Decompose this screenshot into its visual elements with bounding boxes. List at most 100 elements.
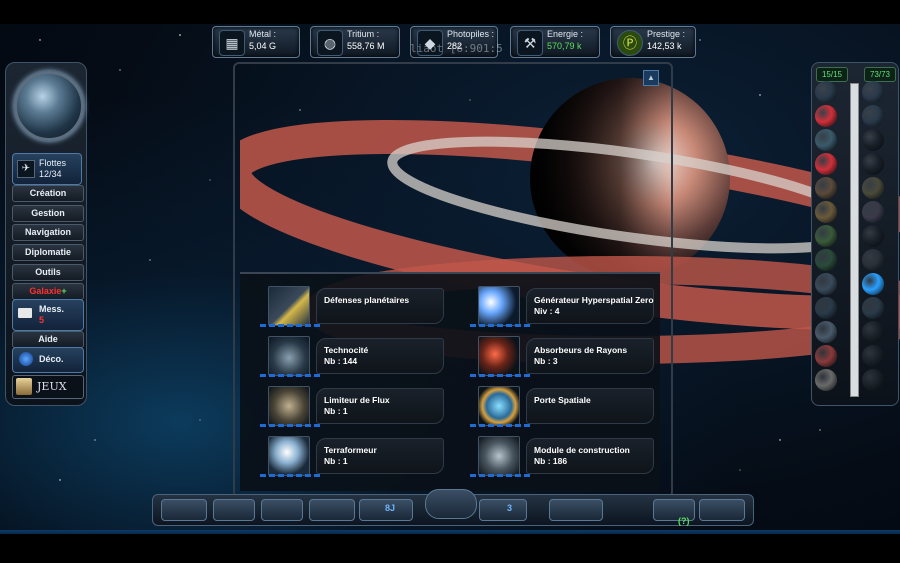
moon-icon[interactable]	[862, 345, 884, 367]
building-name: Module de construction	[534, 445, 630, 455]
moon-icon[interactable]	[862, 225, 884, 247]
building-name: Terraformeur	[324, 445, 377, 455]
pod-icon[interactable]	[479, 499, 527, 521]
resource-1[interactable]: ▦ Métal : 5,04 G	[212, 26, 300, 58]
building-count: Nb : 1	[324, 456, 348, 466]
bottom-toolbar: 8J 3	[152, 489, 754, 526]
galaxie-plus-icon: +	[61, 286, 67, 296]
moon-icon[interactable]	[862, 81, 884, 103]
building-item[interactable]: Terraformeur Nb : 1	[252, 432, 448, 477]
resource-label: Métal :	[249, 29, 277, 39]
menu-gestion[interactable]: Gestion	[12, 205, 84, 222]
planet-list-panel: 15/15 73/73	[811, 62, 899, 406]
building-item[interactable]: Porte Spatiale	[462, 382, 658, 427]
planet-icon[interactable]	[815, 369, 837, 391]
building-count: Niv : 4	[534, 306, 560, 316]
resource-2[interactable]: ◍ Tritium : 558,76 M	[310, 26, 400, 58]
galaxie-label: Galaxie	[29, 286, 62, 296]
resource-value: 570,79 k	[547, 41, 582, 51]
menu-galaxie[interactable]: Galaxie+	[12, 283, 84, 300]
moon-icon[interactable]	[862, 321, 884, 343]
moon-icon[interactable]	[862, 369, 884, 391]
item-underline	[260, 324, 320, 327]
item-underline	[470, 474, 530, 477]
planet-icon[interactable]	[815, 81, 837, 103]
planet-globe-icon[interactable]	[14, 71, 84, 141]
building-item[interactable]: Technocité Nb : 144	[252, 332, 448, 377]
planet-list-scrollbar[interactable]	[850, 83, 859, 397]
resource-value: 142,53 k	[647, 41, 682, 51]
menu-diplomatie[interactable]: Diplomatie	[12, 244, 84, 261]
building-thumbnail[interactable]	[268, 436, 310, 476]
messages-label: Mess.	[39, 304, 65, 314]
menu-navigation[interactable]: Navigation	[12, 224, 84, 241]
menu-outils[interactable]: Outils	[12, 264, 84, 281]
building-count: Nb : 144	[324, 356, 358, 366]
planet-icon[interactable]	[815, 273, 837, 295]
building-thumbnail[interactable]	[268, 286, 310, 326]
planet-icon[interactable]	[815, 201, 837, 223]
left-menu-panel: ✈ Flottes 12/34 Création Gestion Navigat…	[5, 62, 87, 406]
planet-icon[interactable]	[815, 321, 837, 343]
menu-creation[interactable]: Création	[12, 185, 84, 202]
building-item[interactable]: Générateur Hyperspatial Zero Niv : 4	[462, 282, 658, 327]
transfer-icon[interactable]	[549, 499, 603, 521]
fleet-hub-icon[interactable]	[425, 489, 477, 519]
moon-icon[interactable]	[862, 105, 884, 127]
building-item[interactable]: Limiteur de Flux Nb : 1	[252, 382, 448, 427]
planet-icon[interactable]	[815, 129, 837, 151]
games-label: JEUX	[37, 380, 67, 393]
building-label-box	[316, 288, 444, 324]
moon-icon[interactable]	[862, 249, 884, 271]
logout-button[interactable]: Déco.	[12, 347, 84, 373]
planets-tab[interactable]: 15/15	[816, 67, 848, 82]
planet-icon[interactable]	[815, 297, 837, 319]
moon-icon[interactable]	[862, 297, 884, 319]
resource-4[interactable]: ⚒ Energie : 570,79 k	[510, 26, 600, 58]
moons-tab[interactable]: 73/73	[864, 67, 896, 82]
city-icon[interactable]	[161, 499, 207, 521]
planet-icon[interactable]	[815, 105, 837, 127]
letterbox-top	[0, 0, 900, 24]
planet-icon[interactable]	[815, 249, 837, 271]
recycle-icon[interactable]	[213, 499, 255, 521]
planet-icon[interactable]	[815, 153, 837, 175]
games-button[interactable]: JEUX	[12, 375, 84, 399]
fleets-label: Flottes	[39, 158, 67, 168]
starship-icon[interactable]	[699, 499, 745, 521]
game-screen: ▦ Métal :5,04 G ◍ Tritium :558,76 M ◆ Photopi…	[0, 0, 900, 563]
building-item[interactable]: Module de construction Nb : 186	[462, 432, 658, 477]
building-thumbnail[interactable]	[268, 336, 310, 376]
pod-count: 3	[507, 503, 513, 513]
building-item[interactable]: Défenses planétaires	[252, 282, 448, 327]
planet-icon[interactable]	[815, 345, 837, 367]
help-hint[interactable]: (?)	[678, 516, 690, 526]
planet-icon[interactable]	[815, 177, 837, 199]
help-button[interactable]: Aide	[12, 331, 84, 348]
scroll-up-button[interactable]: ▲	[643, 70, 659, 86]
moon-icon[interactable]	[862, 201, 884, 223]
resource-label: Prestige :	[647, 29, 686, 39]
building-thumbnail[interactable]	[268, 386, 310, 426]
ship-icon[interactable]	[261, 499, 303, 521]
item-underline	[470, 374, 530, 377]
building-count: Nb : 186	[534, 456, 568, 466]
battleship-icon[interactable]	[309, 499, 355, 521]
fleets-button[interactable]: ✈ Flottes 12/34	[12, 153, 82, 185]
planet-icon[interactable]	[815, 225, 837, 247]
building-item[interactable]: Absorbeurs de Rayons Nb : 3	[462, 332, 658, 377]
resource-value: 5,04 G	[249, 41, 277, 51]
moon-icon[interactable]	[862, 129, 884, 151]
building-thumbnail[interactable]	[478, 436, 520, 476]
item-underline	[260, 374, 320, 377]
moon-icon[interactable]	[862, 153, 884, 175]
messages-button[interactable]: Mess. 5	[12, 299, 84, 331]
building-thumbnail[interactable]	[478, 286, 520, 326]
moon-icon[interactable]	[862, 177, 884, 199]
moon-icon[interactable]	[862, 273, 884, 295]
resource-5[interactable]: Ⓟ Prestige : 142,53 k	[610, 26, 696, 58]
logout-label: Déco.	[39, 354, 64, 364]
building-thumbnail[interactable]	[478, 386, 520, 426]
item-underline	[470, 424, 530, 427]
building-thumbnail[interactable]	[478, 336, 520, 376]
